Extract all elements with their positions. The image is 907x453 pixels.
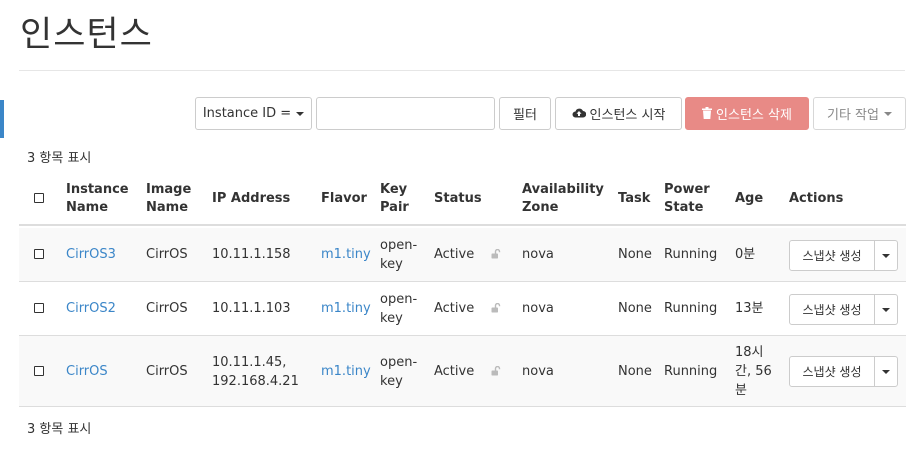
create-snapshot-button[interactable]: 스냅샷 생성 [789, 294, 875, 325]
unlock-icon [491, 249, 501, 259]
flavor-link[interactable]: m1.tiny [321, 299, 371, 318]
age: 18시 간, 56 분 [735, 345, 772, 398]
key-pair: open-key [380, 238, 418, 272]
flavor-link[interactable]: m1.tiny [321, 362, 371, 381]
launch-instance-button[interactable]: 인스턴스 시작 [555, 97, 682, 130]
availability-zone: nova [522, 301, 554, 316]
column-key-pair[interactable]: Key Pair [380, 181, 409, 217]
instance-name-link[interactable]: CirrOS2 [66, 299, 116, 318]
task: None [618, 247, 652, 262]
caret-down-icon [296, 111, 305, 116]
column-instance-name[interactable]: Instance Name [66, 181, 129, 217]
row-actions-dropdown[interactable] [874, 240, 898, 271]
ip-address: 10.11.1.158 [212, 247, 291, 262]
task: None [618, 301, 652, 316]
row-actions: 스냅샷 생성 [789, 240, 898, 271]
page-title: 인스턴스 [20, 15, 153, 55]
trash-icon [702, 106, 713, 121]
column-task[interactable]: Task [618, 190, 650, 208]
create-snapshot-button[interactable]: 스냅샷 생성 [789, 356, 875, 387]
image-name: CirrOS [146, 364, 188, 379]
column-status[interactable]: Status [434, 190, 482, 208]
cloud-upload-icon [572, 107, 586, 120]
power-state: Running [664, 247, 718, 262]
more-actions-label: 기타 작업 [827, 108, 879, 123]
image-name: CirrOS [146, 301, 188, 316]
power-state: Running [664, 301, 718, 316]
title-divider [19, 70, 905, 71]
column-ip-address[interactable]: IP Address [212, 190, 290, 208]
row-actions: 스냅샷 생성 [789, 294, 898, 325]
status: Active [434, 364, 475, 379]
item-count-bottom: 3 항목 표시 [27, 422, 92, 437]
filter-button[interactable]: 필터 [499, 97, 551, 130]
status: Active [434, 301, 475, 316]
item-count-top: 3 항목 표시 [27, 151, 92, 166]
table-header: Instance Name Image Name IP Address Flavor… [19, 172, 906, 226]
table-row: CirrOS3 CirrOS 10.11.1.158 m1.tiny open-… [19, 228, 906, 282]
image-name: CirrOS [146, 247, 188, 262]
row-actions-dropdown[interactable] [874, 356, 898, 387]
row-actions-dropdown[interactable] [874, 294, 898, 325]
table-row: CirrOS2 CirrOS 10.11.1.103 m1.tiny open-… [19, 282, 906, 336]
column-availability-zone[interactable]: Availability Zone [522, 181, 604, 217]
caret-down-icon [882, 369, 890, 374]
column-age[interactable]: Age [735, 190, 763, 208]
delete-instances-label: 인스턴스 삭제 [716, 108, 792, 123]
ip-address: 10.11.1.45, 192.168.4.21 [212, 355, 299, 389]
filter-input[interactable] [316, 97, 495, 130]
caret-down-icon [883, 111, 892, 116]
create-snapshot-button[interactable]: 스냅샷 생성 [789, 240, 875, 271]
ip-address: 10.11.1.103 [212, 301, 291, 316]
caret-down-icon [882, 253, 890, 258]
age: 0분 [735, 247, 756, 262]
filter-field-label: Instance ID = [202, 106, 292, 121]
column-flavor[interactable]: Flavor [321, 190, 367, 208]
instance-name-link[interactable]: CirrOS3 [66, 245, 116, 264]
filter-field-select[interactable]: Instance ID = [195, 97, 312, 130]
column-actions: Actions [789, 191, 844, 206]
table-toolbar: Instance ID = 필터 인스턴스 시작 인스턴스 삭제 기타 작업 [0, 97, 907, 130]
age: 13분 [735, 301, 764, 316]
row-checkbox[interactable] [34, 249, 44, 259]
column-image-name[interactable]: Image Name [146, 181, 191, 217]
flavor-link[interactable]: m1.tiny [321, 245, 371, 264]
power-state: Running [664, 364, 718, 379]
instance-name-link[interactable]: CirrOS [66, 362, 108, 381]
key-pair: open-key [380, 292, 418, 326]
row-checkbox[interactable] [34, 366, 44, 376]
row-actions: 스냅샷 생성 [789, 356, 898, 387]
status: Active [434, 247, 475, 262]
unlock-icon [491, 303, 501, 313]
column-power-state[interactable]: Power State [664, 181, 710, 217]
caret-down-icon [882, 307, 890, 312]
key-pair: open-key [380, 355, 418, 389]
unlock-icon [491, 366, 501, 376]
delete-instances-button[interactable]: 인스턴스 삭제 [685, 97, 809, 130]
more-actions-dropdown[interactable]: 기타 작업 [813, 97, 906, 130]
task: None [618, 364, 652, 379]
select-all-checkbox[interactable] [34, 193, 44, 203]
launch-instance-label: 인스턴스 시작 [589, 108, 666, 123]
availability-zone: nova [522, 247, 554, 262]
availability-zone: nova [522, 364, 554, 379]
table-row: CirrOS CirrOS 10.11.1.45, 192.168.4.21 m1… [19, 336, 906, 407]
row-checkbox[interactable] [34, 303, 44, 313]
